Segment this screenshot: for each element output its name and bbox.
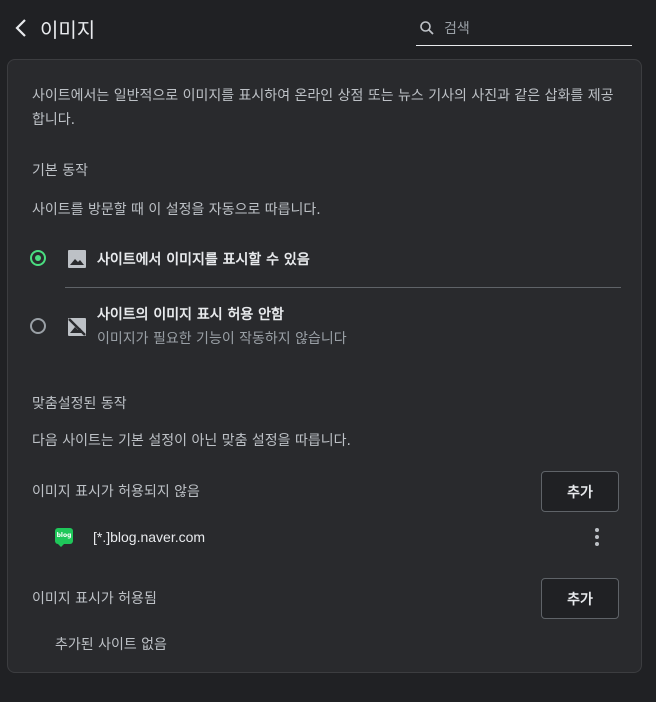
default-behavior-subtext: 사이트를 방문할 때 이 설정을 자동으로 따릅니다. [32, 202, 321, 218]
radio-label-block: 사이트의 이미지 표시 허용 안함 [97, 307, 284, 323]
header: 이미지 [0, 0, 656, 56]
search-input[interactable] [442, 16, 632, 42]
allowed-list-label: 이미지 표시가 허용됨 [32, 591, 157, 607]
radio-selected[interactable] [30, 250, 46, 266]
search-box[interactable] [416, 14, 632, 46]
page-title: 이미지 [40, 18, 96, 42]
site-favicon-icon: blog [55, 528, 73, 547]
blocked-list-label: 이미지 표시가 허용되지 않음 [32, 484, 200, 500]
custom-behavior-subtext: 다음 사이트는 기본 설정이 아닌 맞춤 설정을 따릅니다. [32, 433, 351, 449]
search-icon [420, 21, 434, 35]
image-icon [66, 248, 88, 270]
intro-description: 사이트에서는 일반적으로 이미지를 표시하여 온라인 상점 또는 뉴스 기사의 … [32, 88, 614, 128]
allowed-empty-text: 추가된 사이트 없음 [55, 637, 167, 653]
site-row: blog [*.]blog.naver.com [8, 522, 643, 562]
radio-option-allow[interactable]: 사이트에서 이미지를 표시할 수 있음 [8, 244, 643, 274]
radio-label-allow: 사이트에서 이미지를 표시할 수 있음 [97, 252, 310, 268]
custom-behavior-heading: 맞춤설정된 동작 [32, 396, 127, 412]
radio-sublabel-block: 이미지가 필요한 기능이 작동하지 않습니다 [97, 331, 347, 347]
radio-unselected[interactable] [30, 318, 46, 334]
image-off-icon [66, 316, 88, 338]
divider [65, 287, 621, 288]
site-name: [*.]blog.naver.com [93, 529, 206, 545]
radio-option-block[interactable]: 사이트의 이미지 표시 허용 안함 이미지가 필요한 기능이 작동하지 않습니다 [8, 300, 643, 350]
more-actions-icon[interactable] [592, 528, 602, 548]
back-arrow-icon[interactable] [12, 16, 32, 40]
add-blocked-site-button[interactable]: 추가 [541, 471, 619, 512]
add-allowed-site-button[interactable]: 추가 [541, 578, 619, 619]
default-behavior-heading: 기본 동작 [32, 163, 88, 179]
settings-card: 사이트에서는 일반적으로 이미지를 표시하여 온라인 상점 또는 뉴스 기사의 … [7, 59, 642, 673]
